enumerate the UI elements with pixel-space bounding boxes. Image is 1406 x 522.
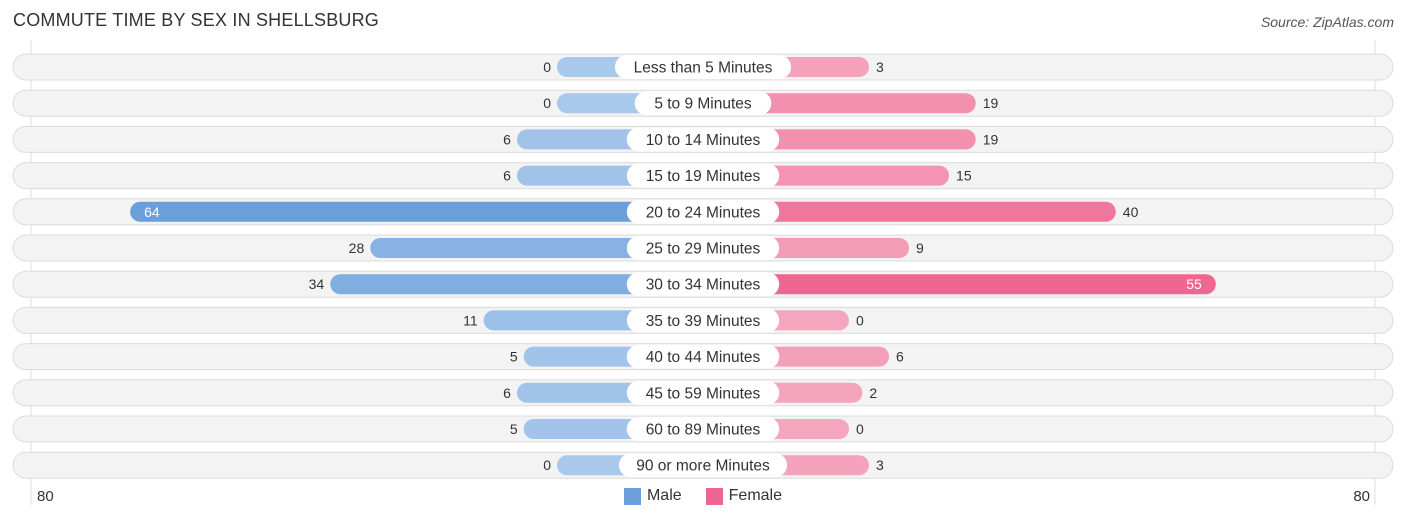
- female-value-label: 55: [1186, 276, 1202, 292]
- female-value-label: 3: [876, 457, 884, 473]
- legend-swatch-female: [705, 487, 723, 505]
- female-bar: [703, 274, 1216, 295]
- female-value-label: 3: [876, 59, 884, 75]
- female-value-label: 2: [869, 385, 877, 401]
- legend-item-female: Female: [705, 487, 783, 505]
- category-label: 90 or more Minutes: [636, 458, 770, 475]
- male-value-label: 6: [503, 131, 511, 147]
- category-label: 20 to 24 Minutes: [646, 204, 761, 221]
- category-label: 40 to 44 Minutes: [646, 349, 761, 366]
- legend-item-male: Male: [623, 487, 682, 505]
- category-label: 15 to 19 Minutes: [646, 168, 761, 185]
- category-label: 25 to 29 Minutes: [646, 241, 761, 258]
- male-value-label: 0: [543, 59, 551, 75]
- male-value-label: 6: [503, 385, 511, 401]
- category-label: 45 to 59 Minutes: [646, 385, 761, 402]
- legend-swatch-male: [623, 487, 641, 505]
- male-value-label: 0: [543, 95, 551, 111]
- chart-area: Less than 5 Minutes 0 3 5 to 9 Minutes 0 19 10…: [12, 40, 1394, 505]
- category-label: 5 to 9 Minutes: [654, 96, 752, 113]
- male-value-label: 6: [503, 168, 511, 184]
- category-label: Less than 5 Minutes: [634, 60, 773, 77]
- category-label: 30 to 34 Minutes: [646, 277, 761, 294]
- category-label: 35 to 39 Minutes: [646, 313, 761, 330]
- female-value-label: 9: [916, 240, 924, 256]
- male-value-label: 5: [510, 349, 518, 365]
- male-value-label: 64: [144, 204, 160, 220]
- female-value-label: 40: [1123, 204, 1139, 220]
- female-value-label: 19: [983, 131, 999, 147]
- legend-label-male: Male: [646, 487, 682, 504]
- male-value-label: 0: [543, 457, 551, 473]
- female-value-label: 6: [896, 349, 904, 365]
- male-value-label: 34: [309, 276, 325, 292]
- male-value-label: 11: [463, 312, 478, 328]
- female-value-label: 0: [856, 312, 864, 328]
- female-value-label: 19: [983, 95, 999, 111]
- male-value-label: 28: [349, 240, 365, 256]
- male-bar: [130, 201, 703, 222]
- category-label: 60 to 89 Minutes: [646, 422, 761, 439]
- legend-label-female: Female: [728, 487, 783, 504]
- female-value-label: 0: [856, 421, 864, 437]
- male-value-label: 5: [510, 421, 518, 437]
- legend: Male Female: [0, 487, 1406, 505]
- category-label: 10 to 14 Minutes: [646, 132, 761, 149]
- female-value-label: 15: [956, 168, 972, 184]
